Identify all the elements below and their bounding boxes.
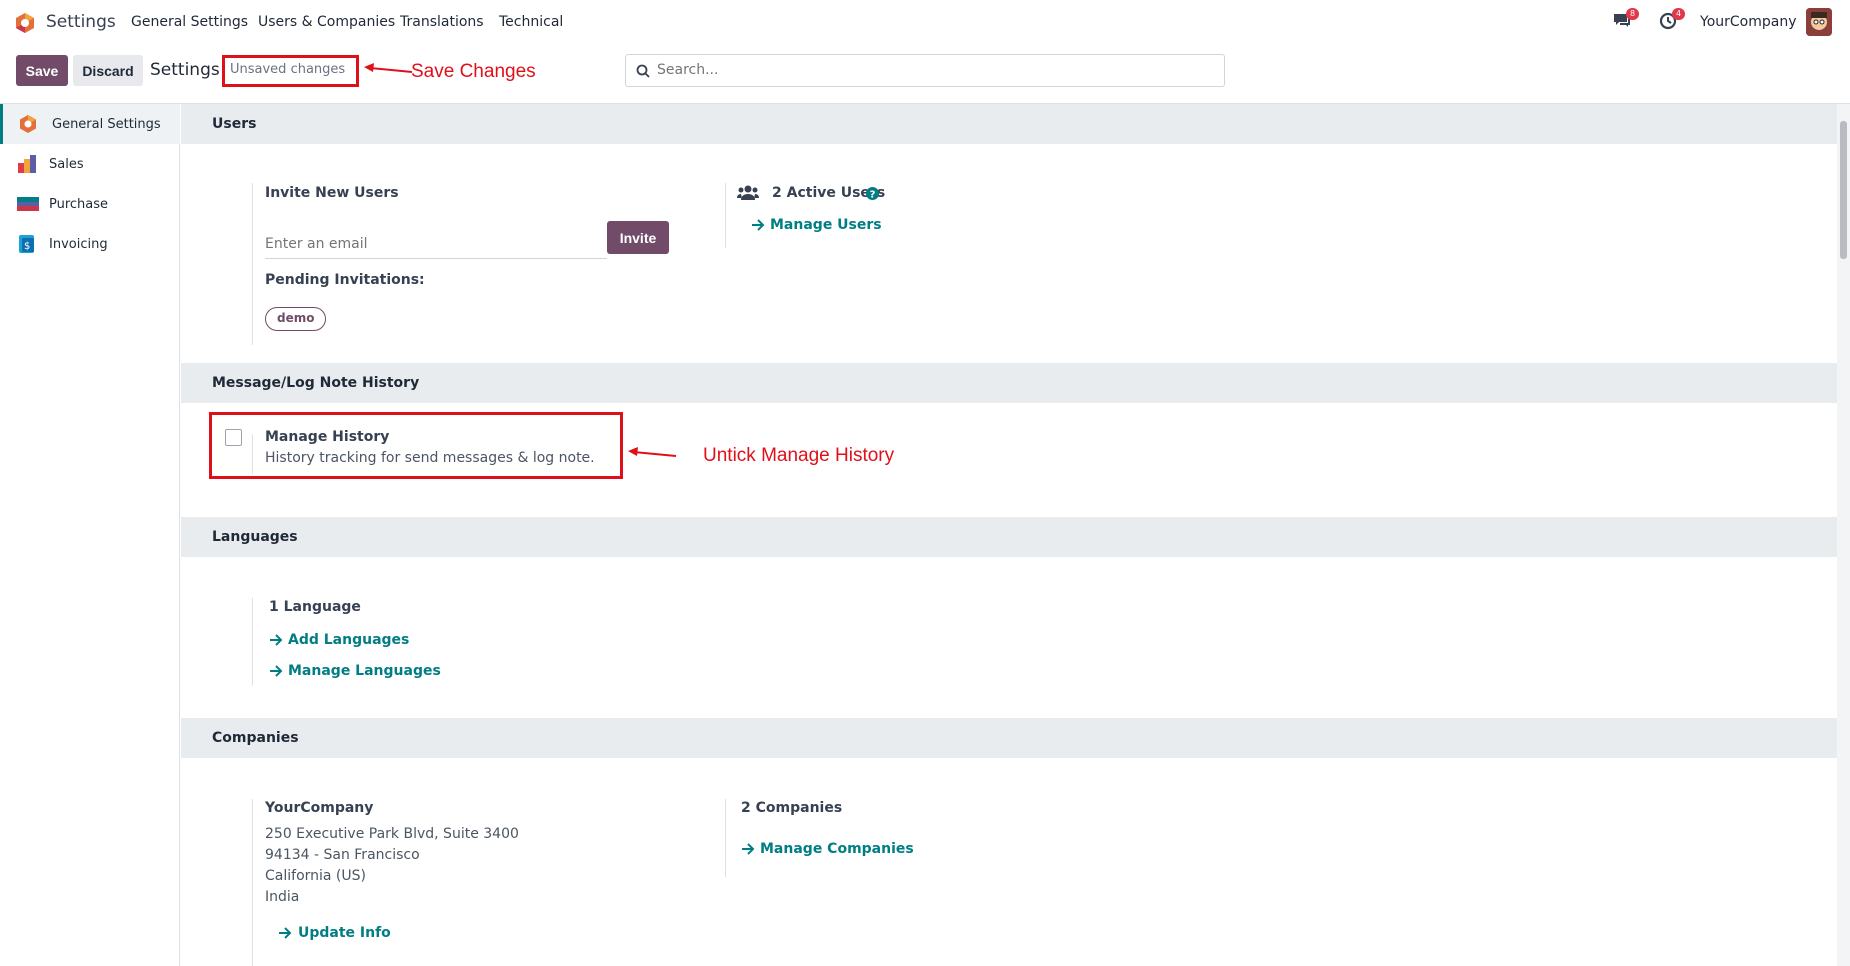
section-languages-title: Languages [181,517,1837,557]
company-address-line: California (US) [265,868,366,884]
top-navbar: Settings General Settings Users & Compan… [0,0,1850,46]
menu-users-companies[interactable]: Users & Companies [258,14,395,30]
history-annotation-box [209,412,623,479]
search-input[interactable] [657,62,1197,78]
save-button[interactable]: Save [16,55,68,86]
invite-email-input[interactable] [265,229,607,259]
invite-users-label: Invite New Users [265,185,399,201]
messages-button[interactable]: 8 [1612,8,1640,34]
add-languages-link[interactable]: Add Languages [288,632,409,648]
help-icon[interactable]: ? [866,187,879,200]
sidebar-item-label: General Settings [52,116,161,132]
setting-divider [252,598,253,686]
annotation-arrow-icon [628,447,677,457]
pending-invitations-label: Pending Invitations: [265,272,425,288]
companies-count: 2 Companies [741,800,843,816]
pending-invite-tag[interactable]: demo [265,307,327,331]
messages-badge: 8 [1626,8,1640,20]
language-count: 1 Language [269,599,361,615]
arrow-right-icon [270,665,283,677]
users-group-icon [737,185,759,200]
svg-text:?: ? [870,190,876,201]
arrow-right-icon [742,843,755,855]
breadcrumb-title: Settings [150,60,220,80]
invite-button[interactable]: Invite [607,221,669,254]
annotation-arrow-icon [364,63,413,73]
sidebar-item-general-settings[interactable]: General Settings [0,104,180,144]
sales-icon [18,155,36,173]
setting-divider [252,183,253,345]
menu-translations[interactable]: Translations [400,14,484,30]
menu-technical[interactable]: Technical [499,14,563,30]
company-switcher[interactable]: YourCompany [1700,14,1797,30]
setting-divider [725,183,726,248]
content-scrollbar[interactable] [1837,104,1850,966]
sidebar-item-invoicing[interactable]: $ Invoicing [0,224,180,264]
manage-languages-link[interactable]: Manage Languages [288,663,441,679]
app-logo-icon[interactable] [14,12,36,34]
company-name: YourCompany [265,800,374,816]
update-info-link[interactable]: Update Info [298,925,391,941]
settings-content: Users Invite New Users Invite Pending In… [181,104,1837,966]
avatar-face-icon [1806,8,1832,36]
activities-button[interactable]: 4 [1658,8,1686,34]
activities-badge: 4 [1672,8,1686,20]
company-address-line: 250 Executive Park Blvd, Suite 3400 [265,826,519,842]
discard-button[interactable]: Discard [73,55,143,86]
app-title[interactable]: Settings [46,12,116,32]
user-avatar[interactable] [1806,8,1832,36]
menu-general-settings[interactable]: General Settings [131,14,248,30]
manage-users-link[interactable]: Manage Users [770,217,882,233]
manage-companies-link[interactable]: Manage Companies [760,841,914,857]
setting-divider [725,799,726,877]
sidebar-item-label: Sales [49,156,84,172]
settings-logo-icon [20,115,36,133]
arrow-right-icon [270,634,283,646]
company-address-line: 94134 - San Francisco [265,847,420,863]
scrollbar-thumb[interactable] [1840,121,1847,259]
arrow-right-icon [752,219,765,231]
search-icon [636,64,650,78]
purchase-icon [17,197,39,211]
sidebar-item-label: Purchase [49,196,109,212]
arrow-right-icon [279,927,292,939]
setting-divider [252,799,253,966]
save-annotation-box [222,55,359,87]
section-users-title: Users [181,104,1837,144]
sidebar-item-purchase[interactable]: Purchase [0,184,180,224]
sidebar-item-label: Invoicing [49,236,108,252]
search-bar[interactable] [625,54,1225,87]
svg-text:$: $ [24,241,30,252]
section-companies-title: Companies [181,718,1837,758]
sidebar-item-sales[interactable]: Sales [0,144,180,184]
save-annotation-text: Save Changes [411,61,536,82]
settings-sidebar: General Settings Sales Purchase $ Invoic… [0,104,180,966]
history-annotation-text: Untick Manage History [703,445,895,466]
section-history-title: Message/Log Note History [181,363,1837,403]
company-address-line: India [265,889,300,905]
invoicing-icon: $ [19,235,34,253]
